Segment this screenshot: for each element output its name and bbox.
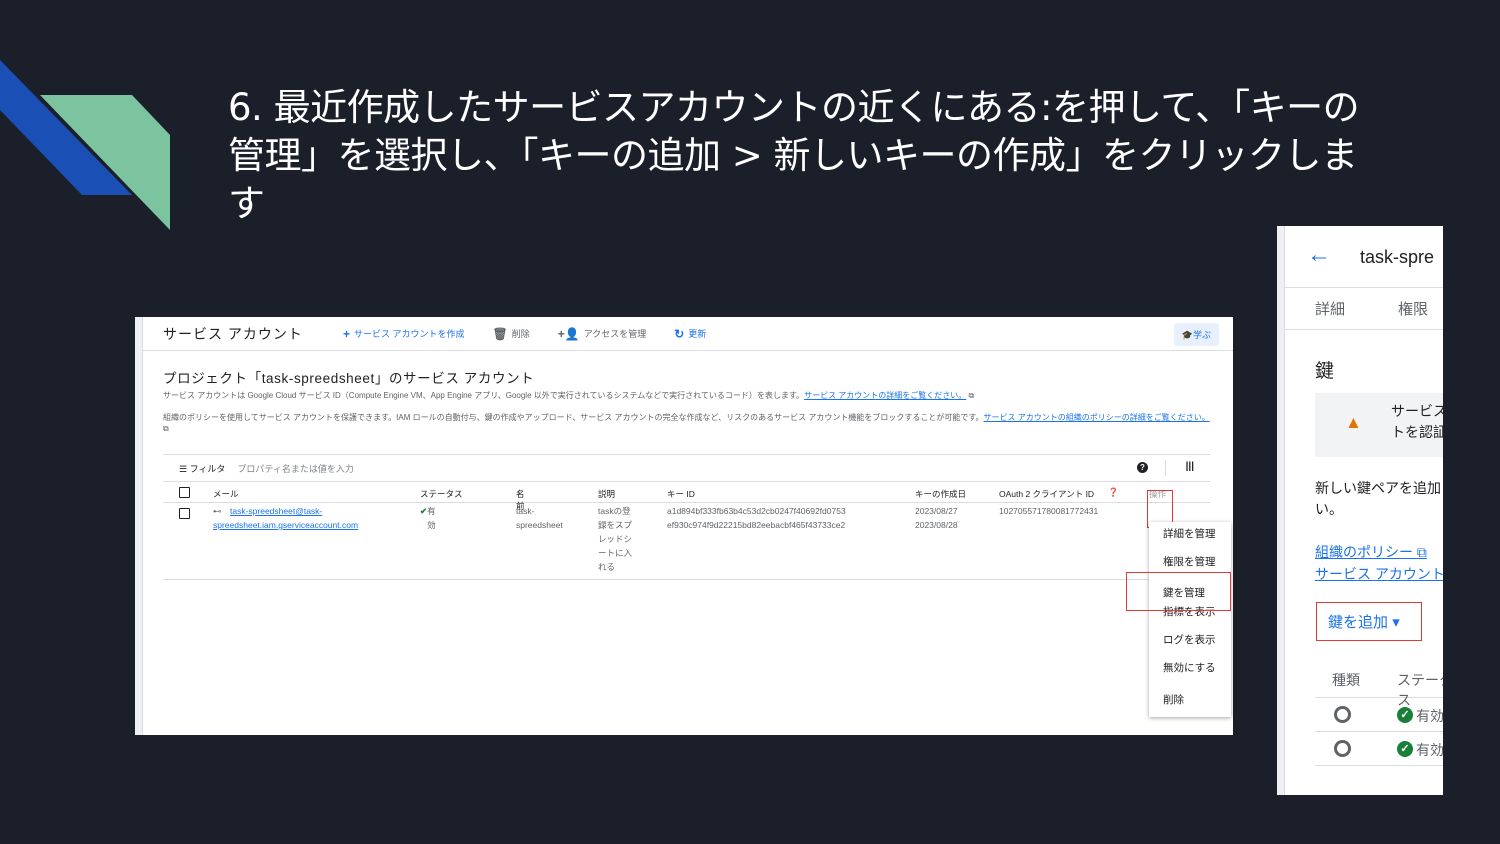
filter-bar[interactable]: ☰ フィルタ プロパティ名または値を入力 ? ||| [163,454,1210,482]
description-2: 組織のポリシーを使用してサービス アカウントを保護できます。IAM ロールの自動… [163,413,1210,433]
key-type-icon [1334,740,1351,757]
menu-item-manage-details[interactable]: 詳細を管理 [1163,528,1225,542]
column-display-icon[interactable]: ||| [1186,461,1194,472]
back-arrow-icon[interactable]: ← [1307,241,1331,269]
add-person-icon: +👤 [557,326,580,341]
filter-input[interactable]: プロパティ名または値を入力 [237,462,353,475]
tab-details[interactable]: 詳細 [1315,298,1345,319]
menu-item-manage-permissions[interactable]: 権限を管理 [1163,556,1225,570]
status-badge: ✔ 有効 [420,506,436,530]
create-service-account-button[interactable]: + サービス アカウントを作成 [343,327,465,341]
external-link-icon: ⧉ [163,424,169,433]
keys-panel-screenshot: ← task-spre 詳細 権限 鍵 ▲ サービス トを認証 新しい鍵ペアを追加… [1277,226,1443,795]
key-date-1: 2023/08/27 [915,506,958,516]
trash-icon: 🗑 [492,326,508,341]
refresh-button[interactable]: ↻ 更新 [674,327,706,341]
col-key-created[interactable]: キーの作成日 [915,488,966,500]
decorative-stripes [0,60,170,230]
divider [1165,460,1166,476]
email-link-line1[interactable]: task-spreedsheet@task- [230,505,322,519]
col-oauth[interactable]: OAuth 2 クライアント ID [999,488,1094,500]
row-checkbox[interactable] [179,508,190,519]
filter-label: ☰ フィルタ [179,463,226,474]
oauth-help-icon[interactable]: ❓ [1108,487,1119,498]
org-policy-link[interactable]: 組織のポリシー [1315,544,1413,560]
service-account-icon: ⊷ [213,506,222,516]
desc-line: taskの登 [598,506,631,516]
actions-menu: 詳細を管理 権限を管理 鍵を管理 指標を表示 ログを表示 無効にする 削除 [1149,522,1231,717]
sa-details-link[interactable]: サービス アカウントの詳細をご覧ください。 [804,391,966,400]
col-type: 種類 [1332,672,1360,688]
key-id-2: ef930c974f9d22215bd82eebacbf465f43733ce2 [667,520,846,530]
refresh-icon: ↻ [674,326,685,341]
tab-permissions[interactable]: 権限 [1398,298,1428,319]
key-status: 有効 [1416,708,1443,724]
new-keypair-text: 新しい鍵ペアを追加 い。 [1315,480,1441,517]
key-row: ✓ 有効 [1315,732,1443,766]
key-status: 有効 [1416,742,1443,758]
warning-icon: ▲ [1345,413,1362,432]
left-rail [135,317,143,735]
manage-access-button[interactable]: +👤 アクセスを管理 [558,327,647,341]
plus-icon: + [343,326,351,341]
col-status[interactable]: ステータス [420,488,463,500]
warning-banner: ▲ サービス トを認証 [1315,393,1443,457]
key-id-1: a1d894bf333fb63b4c53d2cb0247f40692fd0753 [667,506,846,516]
panel-header: ← task-spre [1285,226,1443,288]
panel-title: task-spre [1360,247,1435,267]
keys-table-header: 種類 ステータス [1315,660,1443,708]
menu-item-delete[interactable]: 削除 [1163,694,1225,708]
delete-button[interactable]: 🗑 削除 [493,327,530,341]
desc-line: レッドシ [598,534,633,544]
menu-item-view-logs[interactable]: ログを表示 [1163,634,1225,648]
key-type-icon [1334,706,1351,723]
help-icon[interactable]: ? [1137,462,1148,473]
email-link-line2[interactable]: spreedsheet.iam.gserviceaccount.com [213,519,358,533]
org-policy-link[interactable]: サービス アカウントの組織のポリシーの詳細をご覧ください。 [984,413,1210,422]
desc-line: 録をスプ [598,520,633,530]
name-line2: spreedsheet [516,520,563,530]
check-circle-icon: ✓ [1397,707,1413,723]
table-row: ⊷ task-spreedsheet@task- spreedsheet.iam… [163,504,1210,580]
add-key-highlight [1316,602,1422,641]
page-title: サービス アカウント [163,325,303,342]
col-name[interactable]: 名前 ↑ [516,488,525,511]
key-date-2: 2023/08/28 [915,520,958,530]
left-rail [1277,226,1285,795]
col-email[interactable]: メール [213,488,239,500]
external-link-icon: ⧉ [1416,544,1427,560]
panel-tabs: 詳細 権限 [1285,288,1443,330]
desc-line: れる [598,562,616,572]
check-circle-icon: ✔ [420,506,428,516]
description-1: サービス アカウントは Google Cloud サービス ID（Compute… [163,391,975,400]
policy-links: 組織のポリシー ⧉ サービス アカウント [1315,541,1443,585]
table-header: メール ステータス 名前 ↑ 説明 キー ID キーの作成日 OAuth 2 ク… [163,483,1210,511]
desc-line: ートに入 [598,548,633,558]
check-circle-icon: ✓ [1397,741,1413,757]
service-account-link[interactable]: サービス アカウント [1315,566,1443,582]
service-accounts-screenshot: サービス アカウント + サービス アカウントを作成 🗑 削除 +👤 アクセスを管理 … [135,317,1233,735]
manage-keys-highlight [1126,572,1231,611]
warning-text: サービス トを認証 [1391,403,1443,440]
key-row: ✓ 有効 [1315,698,1443,732]
slide-title: 6. 最近作成したサービスアカウントの近くにある:を押して、「キーの管理」を選択… [228,86,1360,225]
oauth-id: 102705571780081772431 [999,506,1099,516]
menu-item-disable[interactable]: 無効にする [1163,662,1225,676]
console-toolbar: サービス アカウント + サービス アカウントを作成 🗑 削除 +👤 アクセスを管理 … [143,317,1233,351]
col-key-id[interactable]: キー ID [667,488,695,500]
col-description[interactable]: 説明 [598,488,615,500]
external-link-icon: ⧉ [968,391,975,400]
keys-heading: 鍵 [1315,361,1335,382]
name-line1: task- [516,506,535,516]
section-title: プロジェクト「task-spreedsheet」のサービス アカウント [163,371,535,386]
learn-button[interactable]: 🎓学ぶ [1173,323,1219,346]
select-all-checkbox[interactable] [179,487,190,498]
